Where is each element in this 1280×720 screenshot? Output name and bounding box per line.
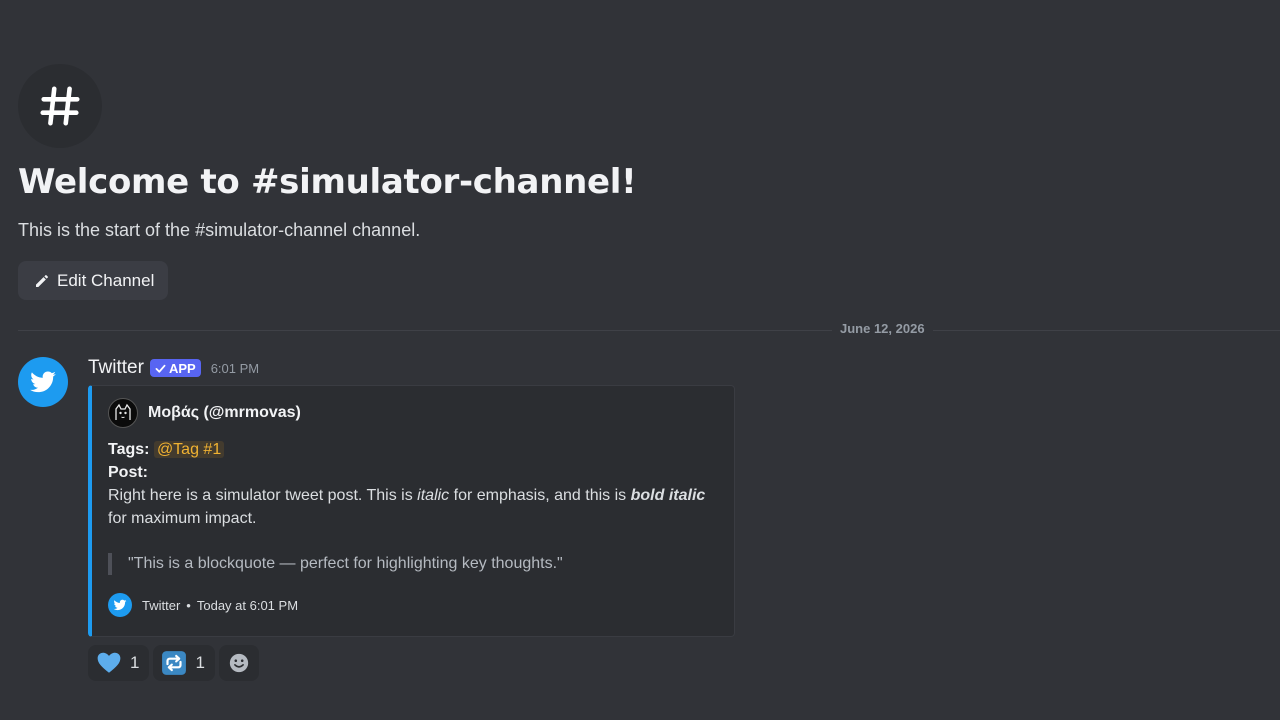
check-icon (155, 364, 166, 373)
footer-icon (108, 593, 132, 617)
footer-separator: • (186, 597, 191, 613)
hash-icon (40, 86, 80, 126)
embed-author-avatar (108, 398, 138, 428)
post-label: Post: (108, 464, 148, 481)
pencil-icon (36, 274, 48, 287)
author-name[interactable]: Twitter (88, 357, 144, 379)
channel-hash-badge (18, 64, 102, 148)
embed-description: Tags: @Tag #1 Post: Right here is a simu… (108, 438, 708, 530)
post-bold-italic: bold italic (630, 487, 706, 504)
post-text: Right here is a simulator tweet post. Th… (108, 484, 708, 530)
edit-channel-button[interactable]: Edit Channel (18, 261, 169, 300)
post-text-part: for emphasis, and this is (449, 487, 631, 504)
footer-time: Today at 6:01 PM (196, 597, 299, 613)
tags-label: Tags: (108, 441, 150, 458)
message-header: Twitter APP 6:01 PM (88, 356, 259, 380)
post-italic: italic (417, 487, 450, 504)
embed-author: Μοβάς (@mrmovas) (108, 398, 301, 428)
author-avatar[interactable] (18, 357, 68, 407)
reaction-count: 1 (130, 653, 140, 672)
embed-author-name[interactable]: Μοβάς (@mrmovas) (148, 404, 301, 422)
welcome-title: Welcome to #simulator-channel! (18, 162, 637, 202)
blockquote: "This is a blockquote — perfect for high… (108, 553, 563, 575)
reaction-count: 1 (195, 653, 205, 672)
welcome-subtitle: This is the start of the #simulator-chan… (18, 220, 421, 240)
cat-avatar-icon (115, 403, 131, 420)
post-text-part: for maximum impact. (108, 510, 257, 527)
message-timestamp[interactable]: 6:01 PM (211, 361, 259, 376)
app-badge-label: APP (168, 360, 196, 376)
repeat-icon (162, 651, 187, 675)
reaction-heart[interactable]: 1 (88, 645, 150, 681)
date-divider (18, 330, 1280, 331)
smiley-icon (229, 653, 249, 673)
twitter-bird-icon (113, 599, 127, 611)
tag-mention[interactable]: @Tag #1 (153, 441, 225, 458)
app-badge: APP (149, 359, 201, 377)
reaction-repeat[interactable]: 1 (153, 645, 215, 681)
edit-channel-label: Edit Channel (57, 270, 155, 290)
add-reaction-button[interactable] (218, 645, 259, 681)
post-text-part: Right here is a simulator tweet post. Th… (108, 487, 418, 504)
blue-heart-icon (97, 652, 121, 673)
embed-footer: Twitter • Today at 6:01 PM (108, 593, 298, 617)
footer-name: Twitter (142, 597, 181, 613)
tweet-embed: Μοβάς (@mrmovas) Tags: @Tag #1 Post: Rig… (88, 385, 735, 637)
twitter-bird-icon (30, 371, 56, 393)
divider-date: June 12, 2026 (832, 321, 933, 336)
reactions-bar: 1 1 (88, 645, 259, 681)
